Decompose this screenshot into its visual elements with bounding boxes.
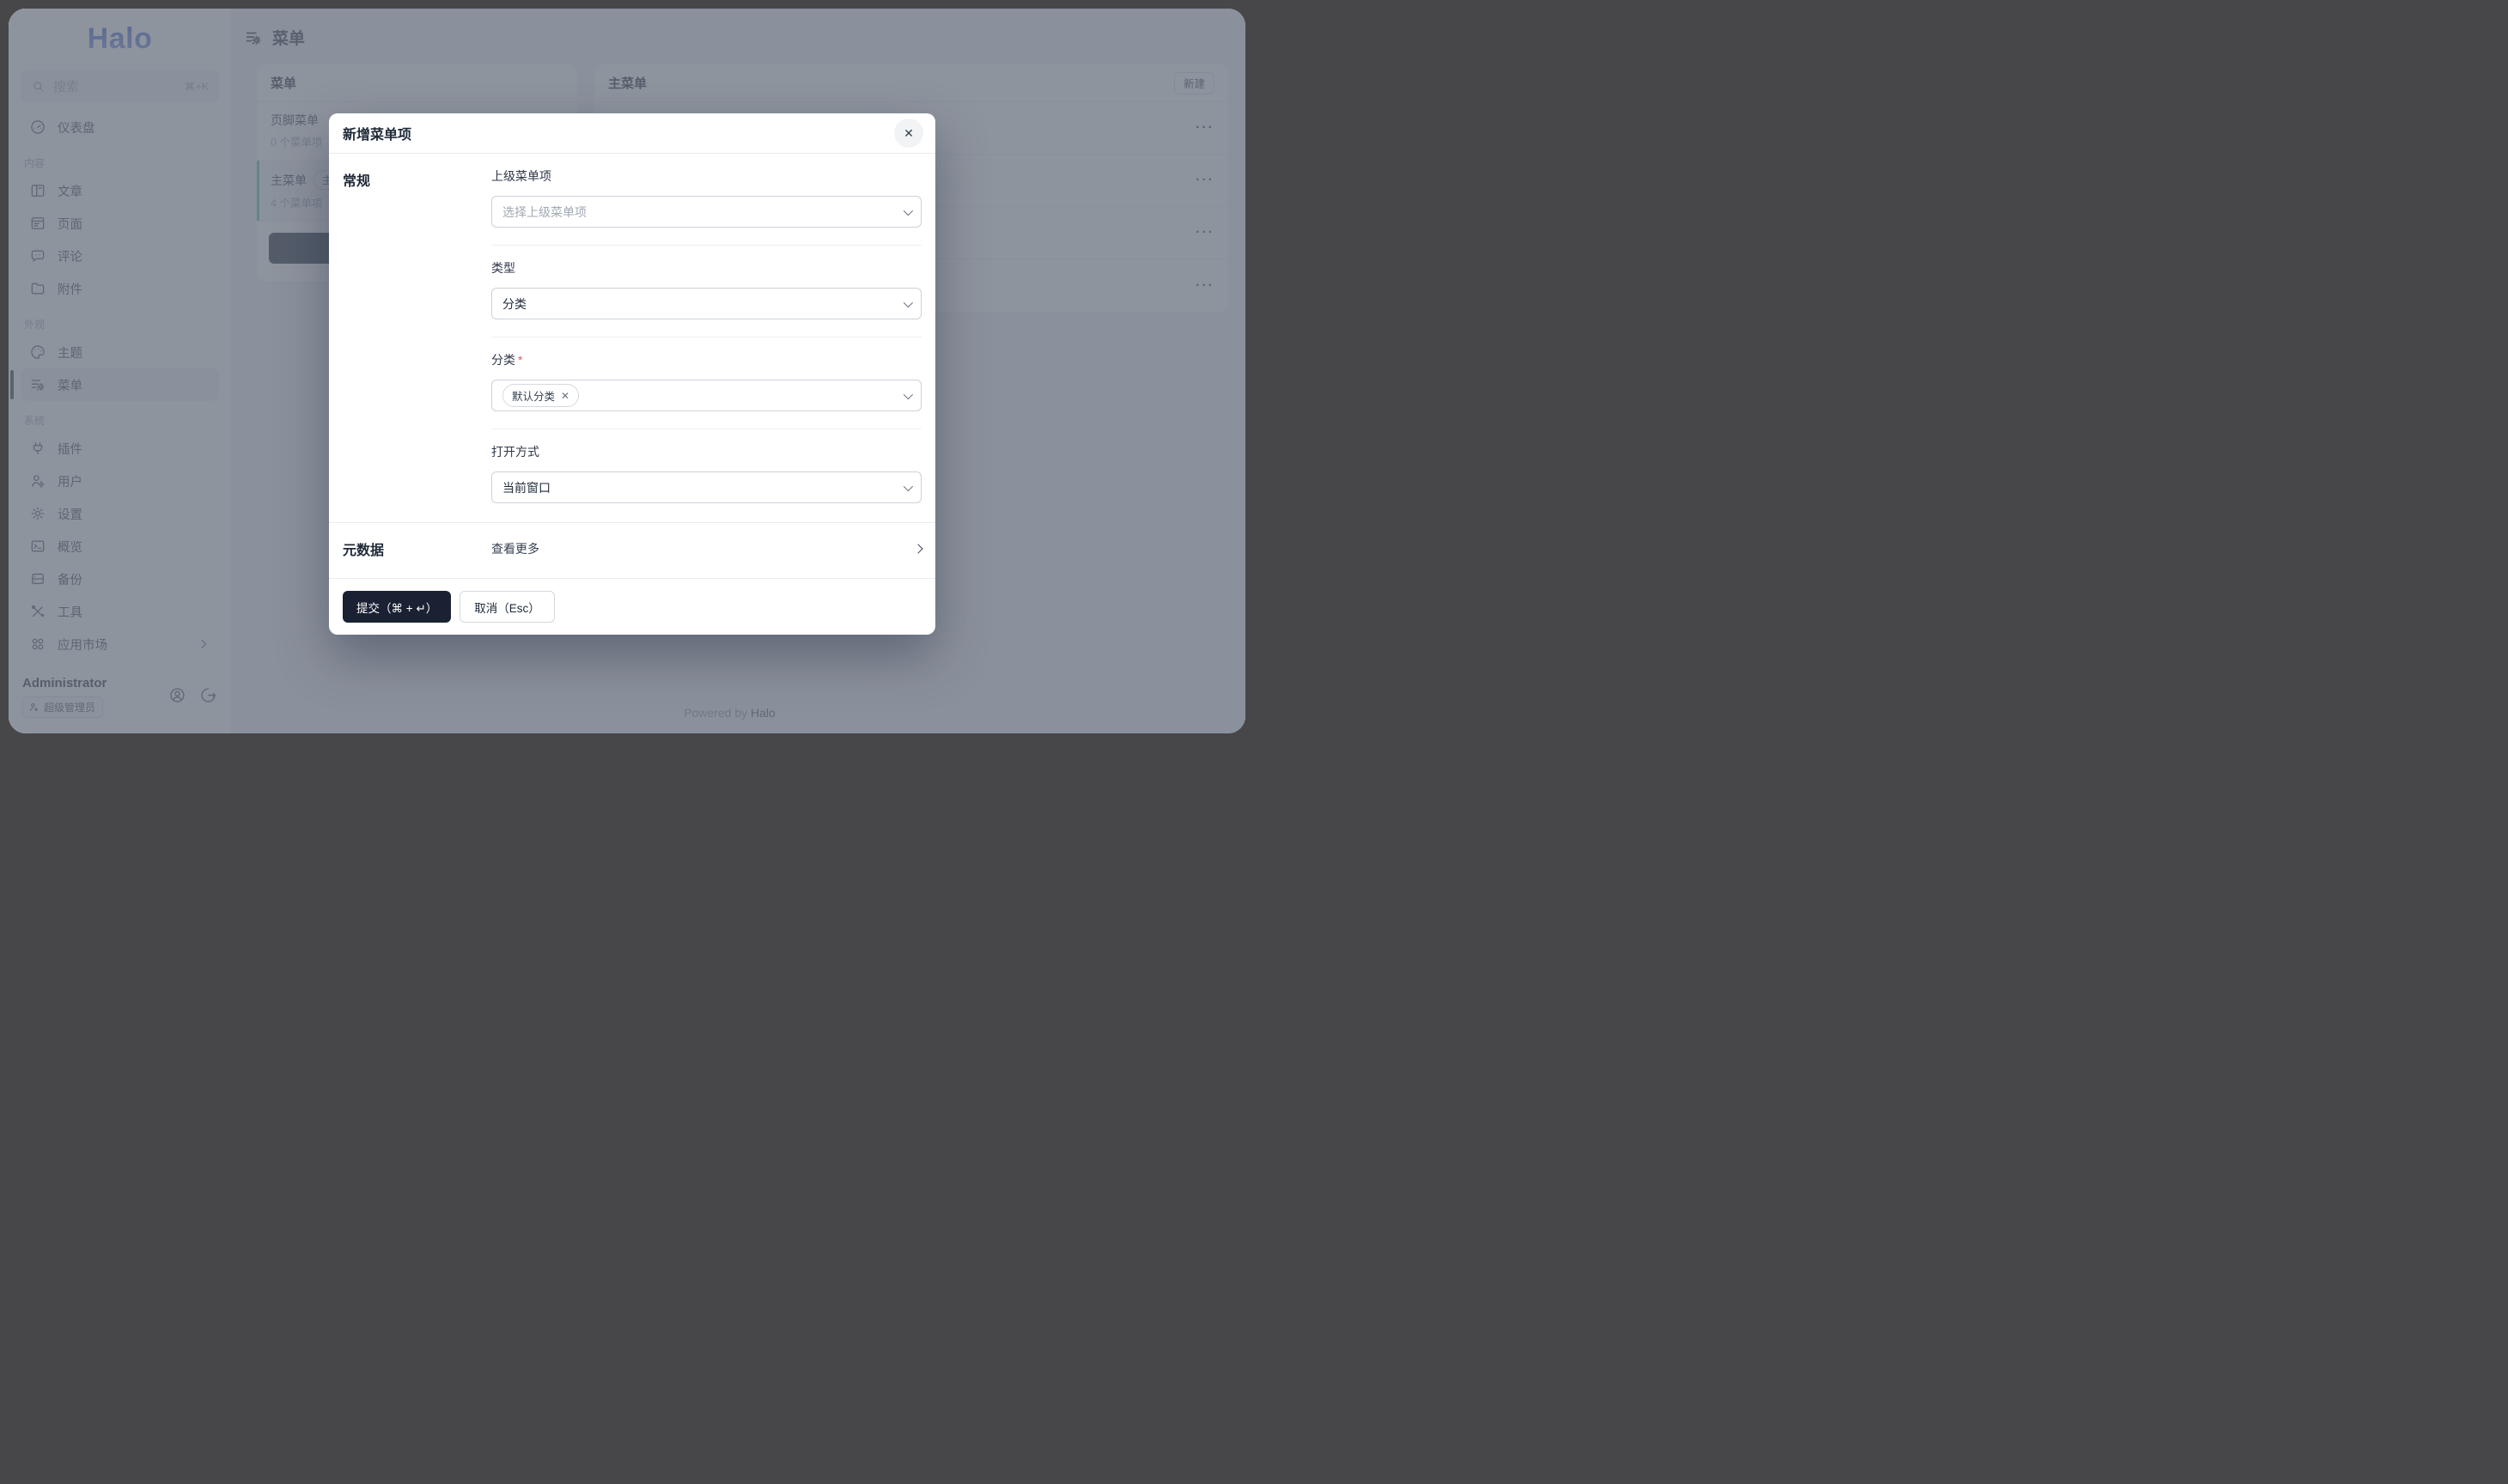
add-menu-item-modal: 新增菜单项 ✕ 常规 上级菜单项 选择上级菜单项 类型 分类 [329,113,935,635]
modal-footer: 提交（⌘ + ↵） 取消（Esc） [329,578,935,635]
field-label: 打开方式 [491,443,922,460]
field-parent-menu-item: 上级菜单项 选择上级菜单项 [491,154,922,246]
field-open-mode: 打开方式 当前窗口 [491,429,922,522]
select-placeholder: 选择上级菜单项 [502,204,904,221]
modal-header: 新增菜单项 ✕ [329,113,935,154]
parent-menu-item-select[interactable]: 选择上级菜单项 [491,196,922,228]
metadata-section: 元数据 查看更多 [329,522,935,578]
selected-tags: 默认分类 ✕ [502,384,904,407]
submit-button[interactable]: 提交（⌘ + ↵） [343,591,451,623]
section-label-metadata: 元数据 [343,538,491,559]
tag-label: 默认分类 [512,387,555,404]
chevron-right-icon [913,544,922,553]
field-label-text: 分类 [491,353,515,367]
required-asterisk: * [518,353,522,367]
select-value: 分类 [502,295,904,313]
field-category: 分类* 默认分类 ✕ [491,338,922,429]
tag-remove-icon[interactable]: ✕ [561,391,569,401]
select-value: 当前窗口 [502,479,904,496]
close-icon[interactable]: ✕ [894,119,923,148]
chevron-down-icon [904,297,913,307]
chevron-down-icon [904,481,913,490]
cancel-button[interactable]: 取消（Esc） [460,591,555,623]
chevron-down-icon [904,205,913,215]
modal-form: 常规 上级菜单项 选择上级菜单项 类型 分类 [329,154,935,522]
type-select[interactable]: 分类 [491,288,922,319]
metadata-see-more[interactable]: 查看更多 [491,540,922,557]
section-label-general: 常规 [343,154,491,522]
field-label: 分类* [491,351,922,368]
chevron-down-icon [904,389,913,398]
field-label: 上级菜单项 [491,167,922,185]
category-tag: 默认分类 ✕ [502,384,579,407]
category-select[interactable]: 默认分类 ✕ [491,380,922,411]
see-more-label: 查看更多 [491,540,539,557]
modal-title: 新增菜单项 [343,123,411,143]
open-mode-select[interactable]: 当前窗口 [491,471,922,503]
field-label: 类型 [491,259,922,277]
form-fields: 上级菜单项 选择上级菜单项 类型 分类 分类* [491,154,922,522]
field-type: 类型 分类 [491,246,922,338]
app-window: Halo 搜索 ⌘+K 仪表盘 内容 文章 [9,9,1245,733]
